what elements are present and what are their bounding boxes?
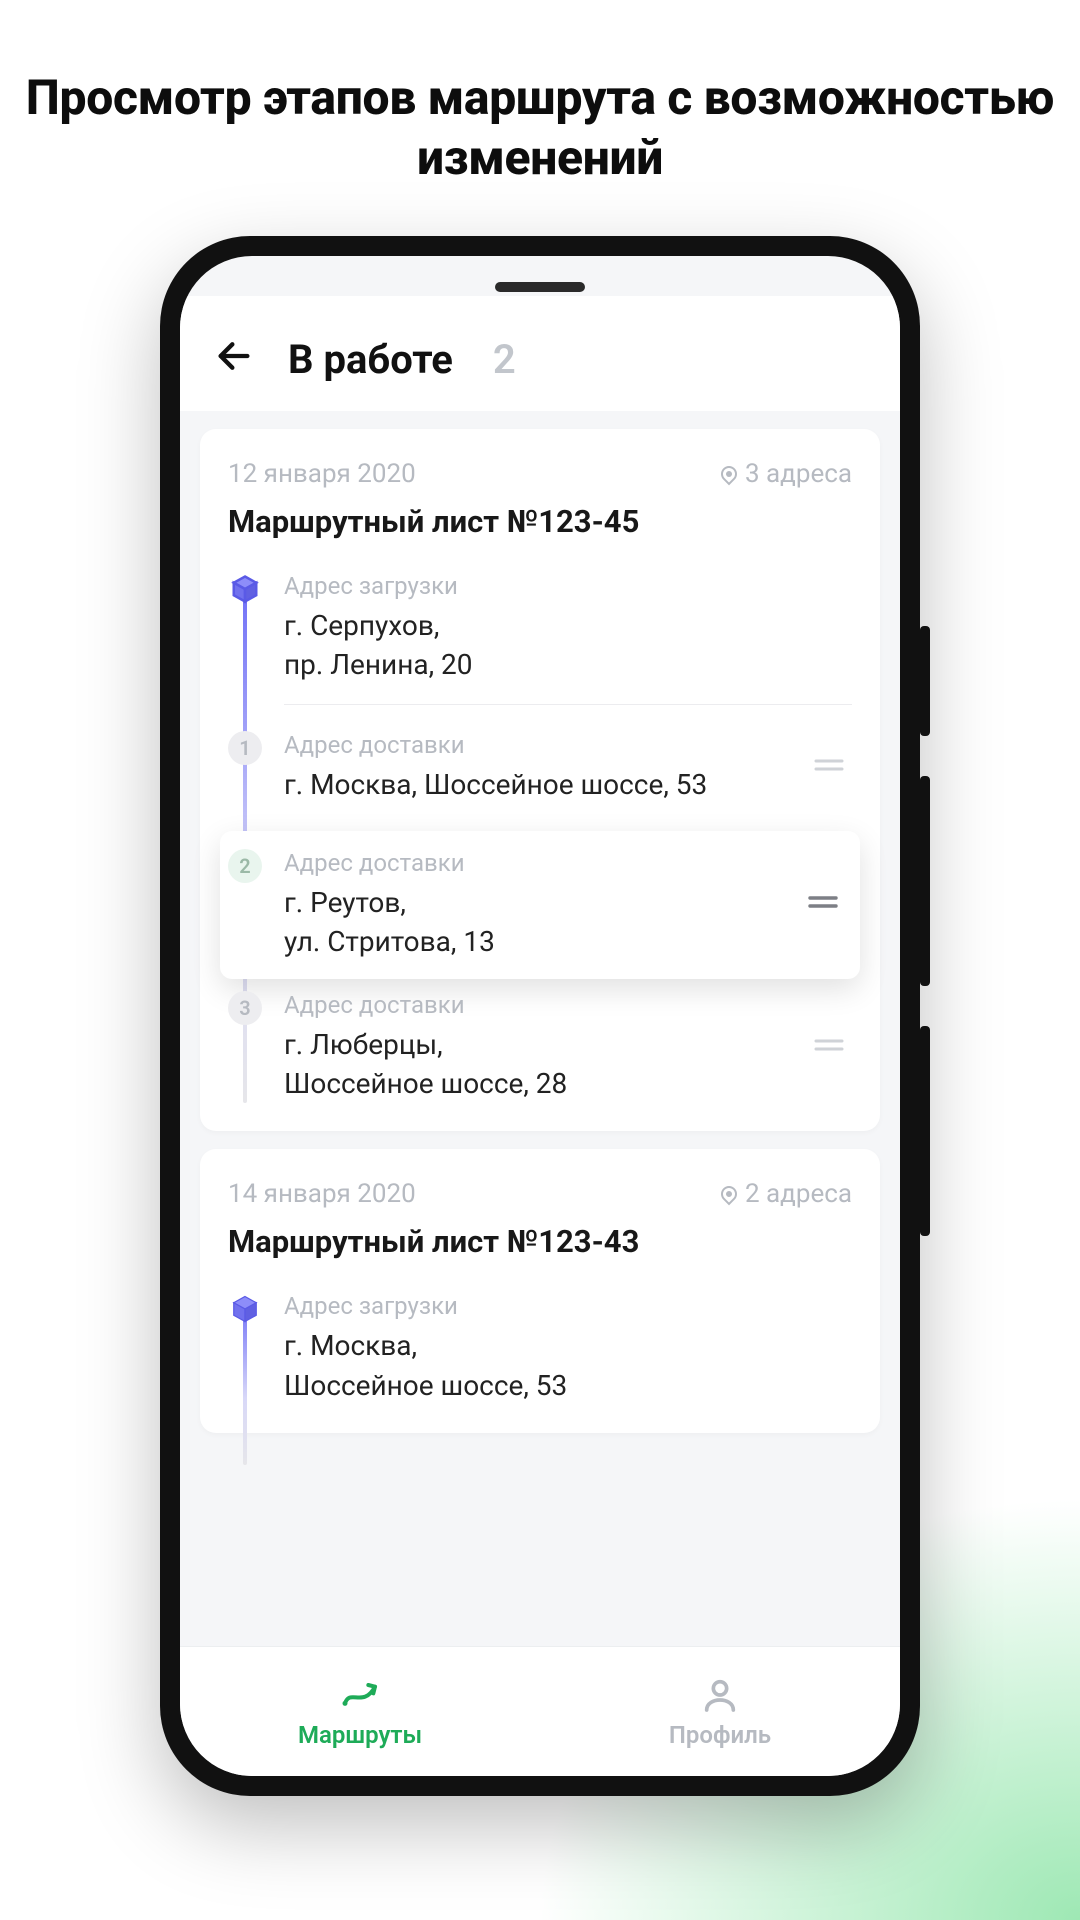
pickup-marker — [228, 1292, 262, 1326]
step-deliver: 3 Адрес доставки г. Люберцы, Шоссейное ш… — [228, 985, 852, 1123]
card-title: Маршрутный лист №123-43 — [228, 1223, 852, 1260]
card-date: 12 января 2020 — [228, 459, 416, 489]
back-button[interactable] — [214, 336, 254, 383]
step-address: г. Реутов, ул. Стритова, 13 — [284, 883, 784, 961]
divider — [284, 704, 852, 705]
phone-side-button — [920, 626, 930, 736]
pin-icon — [718, 1183, 741, 1206]
step-label: Адрес доставки — [284, 991, 790, 1019]
route-icon — [340, 1675, 380, 1715]
step-number: 1 — [228, 731, 262, 765]
step-label: Адрес загрузки — [284, 572, 852, 600]
step-address: г. Серпухов, пр. Ленина, 20 — [284, 606, 852, 684]
bottom-nav: Маршруты Профиль — [180, 1646, 900, 1776]
phone-side-button — [920, 1026, 930, 1236]
step-number: 2 — [228, 849, 262, 883]
drag-handle[interactable] — [812, 1030, 846, 1065]
step-number: 3 — [228, 991, 262, 1025]
timeline: Адрес загрузки г. Серпухов, пр. Ленина, … — [228, 566, 852, 1123]
arrow-left-icon — [214, 336, 254, 376]
step-pickup: Адрес загрузки г. Москва, Шоссейное шосс… — [228, 1286, 852, 1424]
box-icon — [230, 1294, 260, 1324]
phone-frame: В работе 2 12 января 2020 3 адреса Маршр… — [160, 236, 920, 1796]
pickup-marker — [228, 572, 262, 606]
card-address-count: 2 адреса — [721, 1179, 852, 1209]
app-header: В работе 2 — [180, 296, 900, 411]
drag-handle[interactable] — [812, 750, 846, 785]
nav-routes[interactable]: Маршруты — [180, 1647, 540, 1776]
step-deliver-dragging[interactable]: 2 Адрес доставки г. Реутов, ул. Стритова… — [220, 831, 860, 979]
step-label: Адрес доставки — [284, 731, 790, 759]
drag-icon — [812, 1033, 846, 1057]
header-title: В работе — [288, 336, 453, 383]
step-address: г. Москва, Шоссейное шоссе, 53 — [284, 765, 790, 804]
step-label: Адрес загрузки — [284, 1292, 852, 1320]
card-address-count-value: 3 адреса — [745, 459, 852, 489]
card-meta: 12 января 2020 3 адреса — [228, 459, 852, 489]
phone-side-button — [920, 776, 930, 986]
timeline: Адрес загрузки г. Москва, Шоссейное шосс… — [228, 1286, 852, 1424]
step-address: г. Люберцы, Шоссейное шоссе, 28 — [284, 1025, 790, 1103]
nav-profile[interactable]: Профиль — [540, 1647, 900, 1776]
pin-icon — [718, 463, 741, 486]
route-card[interactable]: 14 января 2020 2 адреса Маршрутный лист … — [200, 1149, 880, 1432]
scroll-area[interactable]: 12 января 2020 3 адреса Маршрутный лист … — [180, 411, 900, 1646]
promo-title: Просмотр этапов маршрута с возможностью … — [0, 68, 1080, 188]
phone-speaker — [495, 282, 585, 292]
phone-screen: В работе 2 12 января 2020 3 адреса Маршр… — [180, 256, 900, 1776]
route-card[interactable]: 12 января 2020 3 адреса Маршрутный лист … — [200, 429, 880, 1131]
step-deliver: 1 Адрес доставки г. Москва, Шоссейное шо… — [228, 725, 852, 824]
step-pickup: Адрес загрузки г. Серпухов, пр. Ленина, … — [228, 566, 852, 725]
nav-label: Маршруты — [298, 1721, 422, 1749]
card-date: 14 января 2020 — [228, 1179, 416, 1209]
card-meta: 14 января 2020 2 адреса — [228, 1179, 852, 1209]
drag-icon — [812, 753, 846, 777]
profile-icon — [700, 1675, 740, 1715]
header-count: 2 — [493, 336, 516, 383]
step-label: Адрес доставки — [284, 849, 784, 877]
card-title: Маршрутный лист №123-45 — [228, 503, 852, 540]
drag-icon — [806, 890, 840, 914]
card-address-count-value: 2 адреса — [745, 1179, 852, 1209]
card-address-count: 3 адреса — [721, 459, 852, 489]
box-icon — [230, 574, 260, 604]
drag-handle[interactable] — [806, 887, 840, 922]
nav-label: Профиль — [669, 1721, 771, 1749]
step-address: г. Москва, Шоссейное шоссе, 53 — [284, 1326, 852, 1404]
